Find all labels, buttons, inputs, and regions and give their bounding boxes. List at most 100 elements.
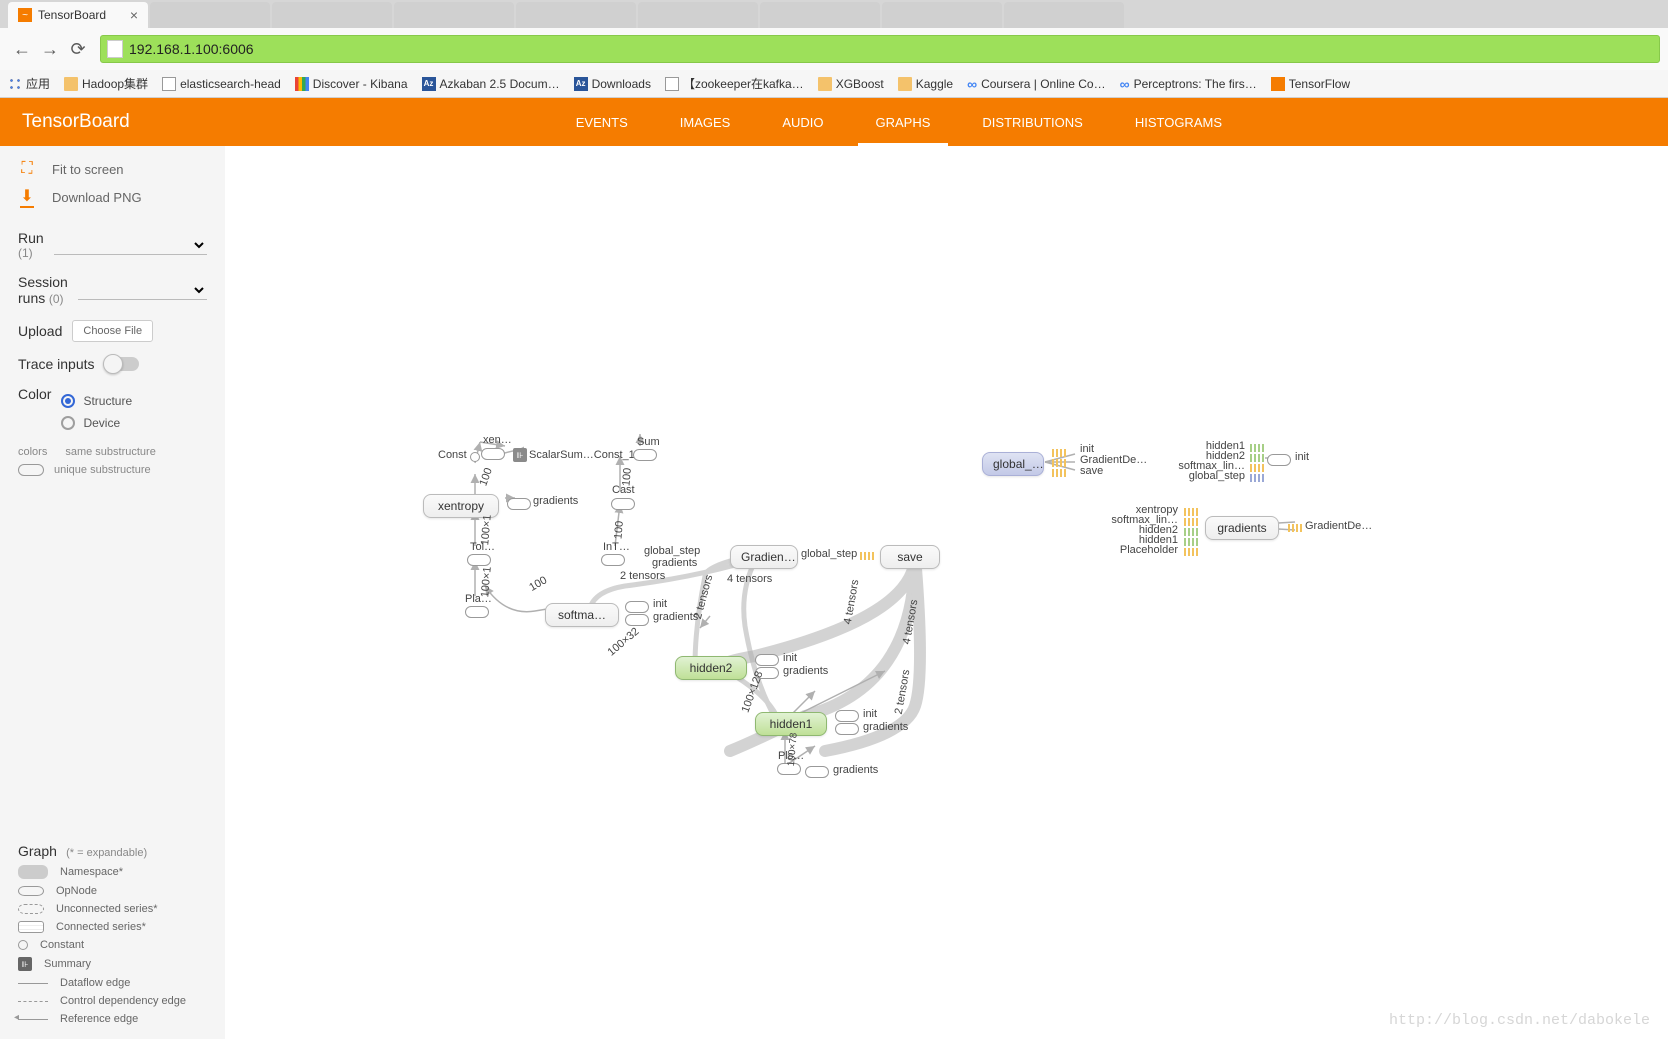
bookmark-xgboost[interactable]: XGBoost <box>818 77 884 91</box>
bookmark-downloads[interactable]: AzDownloads <box>574 77 651 91</box>
graph-legend: Graph (* = expandable) Namespace* OpNode… <box>18 843 207 1025</box>
tab-inactive-2[interactable] <box>272 2 392 28</box>
bookmark-hadoop[interactable]: Hadoop集群 <box>64 75 148 92</box>
dotted-link-7 <box>1250 464 1264 472</box>
op-series-pls-grad[interactable] <box>805 766 829 778</box>
nav-distributions[interactable]: DISTRIBUTIONS <box>956 98 1108 146</box>
dim-100-b: 100 <box>620 467 634 486</box>
tensorboard-logo: TensorBoard <box>0 111 130 133</box>
tab-bar: ~ TensorBoard × <box>0 0 1668 28</box>
opnode-icon <box>18 886 44 896</box>
label-globalstep-r: global_step <box>1180 470 1245 482</box>
nav-graphs[interactable]: GRAPHS <box>850 98 957 146</box>
bookmark-coursera[interactable]: ∞Coursera | Online Co… <box>967 76 1105 92</box>
label-gradients-6: gradients <box>833 764 878 776</box>
radio-checked-icon <box>61 394 75 408</box>
choose-file-button[interactable]: Choose File <box>72 320 153 342</box>
apps-button[interactable]: 应用 <box>8 75 50 92</box>
nav-images[interactable]: IMAGES <box>654 98 757 146</box>
op-init-r[interactable] <box>1267 454 1291 466</box>
op-series-xentropy[interactable] <box>507 498 531 510</box>
node-gradien[interactable]: Gradien… <box>730 545 798 569</box>
op-series-softma-grad[interactable] <box>625 614 649 626</box>
dotted-link-9 <box>1184 508 1198 516</box>
op-series-hidden2-init[interactable] <box>755 654 779 666</box>
coursera-icon: ∞ <box>967 76 977 92</box>
op-int[interactable] <box>601 554 625 566</box>
download-png-button[interactable]: Download PNG <box>18 188 207 206</box>
bookmark-elastic[interactable]: elasticsearch-head <box>162 77 281 91</box>
control-edge-icon <box>18 1001 48 1002</box>
namespace-icon <box>18 865 48 879</box>
folder-icon <box>64 77 78 91</box>
op-series-softma-init[interactable] <box>625 601 649 613</box>
tab-inactive-7[interactable] <box>882 2 1002 28</box>
upload-label: Upload <box>18 323 62 339</box>
session-select[interactable] <box>78 280 207 300</box>
graph-edges-svg <box>225 146 1668 1039</box>
dotted-link-4 <box>1052 469 1066 477</box>
op-cast[interactable] <box>611 498 635 510</box>
sidebar: Fit to screen Download PNG Run (1) Sessi… <box>0 146 225 1039</box>
node-save[interactable]: save <box>880 545 940 569</box>
trace-toggle[interactable] <box>105 357 139 371</box>
node-softma[interactable]: softma… <box>545 603 619 627</box>
doc-icon <box>665 77 679 91</box>
reload-button[interactable]: ⟳ <box>64 35 92 63</box>
label-global-step-2: global_step <box>801 548 857 560</box>
node-gradients[interactable]: gradients <box>1205 516 1279 540</box>
node-hidden2[interactable]: hidden2 <box>675 656 747 680</box>
bookmark-azkaban[interactable]: AzAzkaban 2.5 Docum… <box>422 77 560 91</box>
bookmark-kaggle[interactable]: Kaggle <box>898 77 953 91</box>
back-button[interactable]: ← <box>8 35 36 63</box>
dotted-link-8 <box>1250 474 1264 482</box>
op-xen[interactable] <box>481 448 505 460</box>
bookmark-perceptrons[interactable]: ∞Perceptrons: The firs… <box>1120 76 1257 92</box>
tab-inactive-6[interactable] <box>760 2 880 28</box>
dataflow-edge-icon <box>18 983 48 984</box>
const-node[interactable] <box>470 452 480 462</box>
tab-title: TensorBoard <box>38 8 106 22</box>
fit-to-screen-button[interactable]: Fit to screen <box>18 160 207 178</box>
graph-canvas[interactable]: Const xen… ⊪ ScalarSum…Const_1 Sum xentr… <box>225 146 1668 1039</box>
dotted-link-12 <box>1184 538 1198 546</box>
tab-inactive-4[interactable] <box>516 2 636 28</box>
op-pla[interactable] <box>465 606 489 618</box>
bookmark-tensorflow[interactable]: TensorFlow <box>1271 77 1350 91</box>
dotted-link-10 <box>1184 518 1198 526</box>
tab-close-icon[interactable]: × <box>130 7 138 23</box>
tab-inactive-3[interactable] <box>394 2 514 28</box>
tab-inactive-8[interactable] <box>1004 2 1124 28</box>
tab-inactive-5[interactable] <box>638 2 758 28</box>
color-device-radio[interactable]: Device <box>61 416 132 430</box>
tab-active[interactable]: ~ TensorBoard × <box>8 2 148 28</box>
nav-audio[interactable]: AUDIO <box>756 98 849 146</box>
op-series-hidden1-init[interactable] <box>835 710 859 722</box>
node-global[interactable]: global_… <box>982 452 1044 476</box>
dotted-link-2 <box>1052 449 1066 457</box>
browser-chrome: ~ TensorBoard × ← → ⟳ 192.168.1.100:6006 <box>0 0 1668 70</box>
url-input[interactable]: 192.168.1.100:6006 <box>100 35 1660 63</box>
tab-inactive-1[interactable] <box>150 2 270 28</box>
op-sum[interactable] <box>633 449 657 461</box>
label-scalar: ScalarSum…Const_1 <box>529 449 635 461</box>
label-xen: xen… <box>483 434 512 446</box>
summary-node: ⊪ <box>513 448 527 462</box>
dotted-link-13 <box>1184 548 1198 556</box>
bookmark-zookeeper[interactable]: 【zookeeper在kafka… <box>665 75 804 92</box>
run-select[interactable] <box>54 235 207 255</box>
dotted-link-6 <box>1250 454 1264 462</box>
bookmark-kibana[interactable]: Discover - Kibana <box>295 77 408 91</box>
color-structure-radio[interactable]: Structure <box>61 394 132 408</box>
nav-events[interactable]: EVENTS <box>550 98 654 146</box>
dotted-link-11 <box>1184 528 1198 536</box>
nav-histograms[interactable]: HISTOGRAMS <box>1109 98 1248 146</box>
op-tol[interactable] <box>467 554 491 566</box>
bookmarks-bar: 应用 Hadoop集群 elasticsearch-head Discover … <box>0 70 1668 98</box>
label-gradients-5: gradients <box>863 721 908 733</box>
op-series-hidden1-grad[interactable] <box>835 723 859 735</box>
forward-button[interactable]: → <box>36 35 64 63</box>
color-label: Color <box>18 386 51 402</box>
watermark: http://blog.csdn.net/dabokele <box>1389 1012 1650 1029</box>
kibana-icon <box>295 77 309 91</box>
